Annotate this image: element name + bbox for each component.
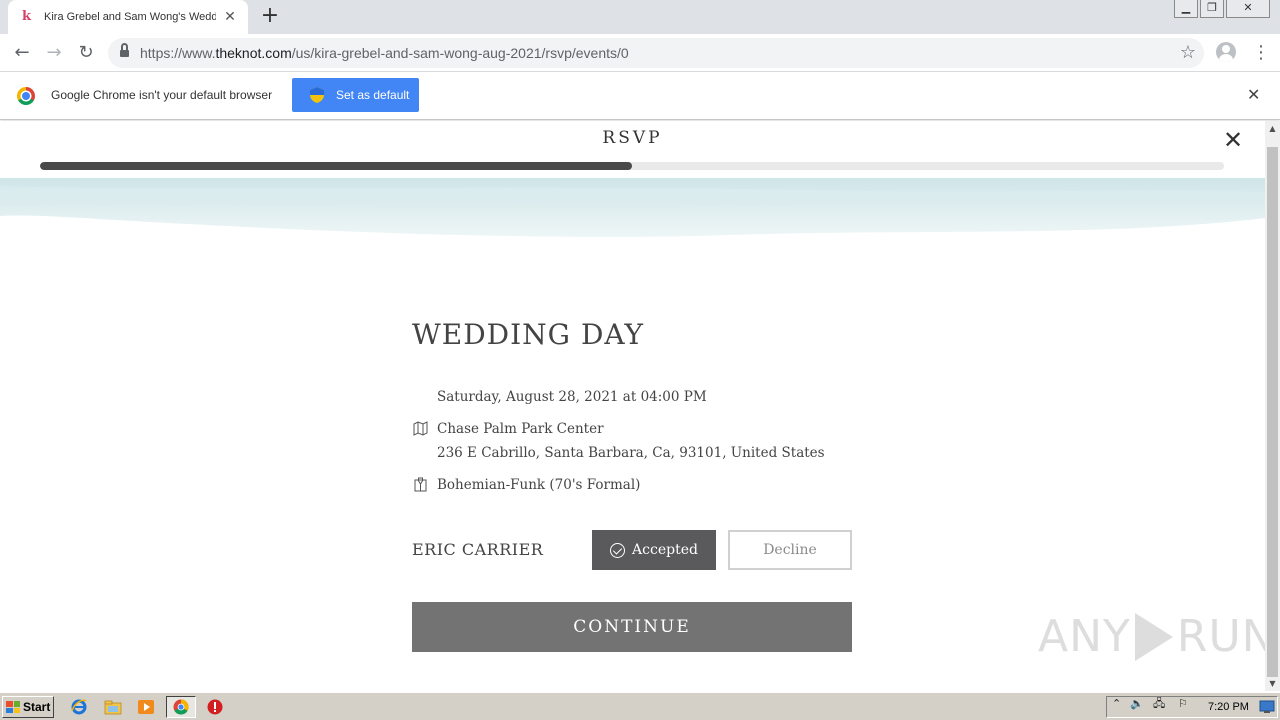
rsvp-progress-bar — [40, 162, 1224, 170]
accepted-label: Accepted — [632, 542, 698, 558]
volume-icon[interactable]: 🔈 — [1130, 697, 1144, 711]
profile-avatar-icon[interactable] — [1216, 42, 1236, 62]
scroll-thumb[interactable] — [1267, 147, 1278, 677]
chrome-taskbar-button[interactable] — [166, 696, 196, 718]
accepted-button[interactable]: Accepted — [592, 530, 716, 570]
browser-toolbar: ← → ↻ https://www.theknot.com/us/kira-gr… — [0, 34, 1280, 72]
url-text[interactable]: https://www.theknot.com/us/kira-grebel-a… — [140, 45, 629, 61]
back-icon[interactable]: ← — [10, 41, 34, 65]
uac-shield-icon — [310, 87, 324, 103]
window-close-button[interactable]: ✕ — [1226, 0, 1270, 18]
scroll-up-arrow-icon[interactable]: ▲ — [1265, 121, 1280, 136]
page-scrollbar[interactable]: ▲ ▼ — [1265, 121, 1280, 691]
event-datetime: Saturday, August 28, 2021 at 04:00 PM — [437, 389, 707, 405]
show-desktop-icon[interactable] — [1259, 700, 1275, 714]
continue-label: CONTINUE — [573, 617, 691, 637]
new-tab-button[interactable]: + — [258, 5, 282, 29]
rsvp-header-title: RSVP — [602, 128, 663, 148]
watercolor-banner — [0, 178, 1265, 237]
media-player-icon[interactable] — [137, 698, 155, 716]
infobar-close-icon[interactable]: ✕ — [1247, 85, 1260, 105]
attire-icon — [414, 477, 427, 492]
browser-tab[interactable]: k Kira Grebel and Sam Wong's Wedding ✕ — [8, 0, 248, 34]
rsvp-close-icon[interactable]: ✕ — [1223, 127, 1243, 153]
rsvp-progress-fill — [40, 162, 632, 170]
chrome-taskbar-icon — [173, 699, 189, 715]
event-attire: Bohemian-Funk (70's Formal) — [437, 477, 641, 493]
infobar-message: Google Chrome isn't your default browser — [51, 88, 273, 102]
bookmark-star-icon[interactable]: ☆ — [1180, 42, 1196, 63]
restore-button[interactable]: ❐ — [1200, 0, 1224, 18]
tab-title: Kira Grebel and Sam Wong's Wedding — [44, 11, 216, 23]
window-controls: ▁ ❐ ✕ — [1172, 0, 1270, 18]
start-button[interactable]: Start — [2, 696, 54, 718]
chrome-menu-icon[interactable]: ⋮ — [1252, 41, 1270, 65]
default-browser-infobar: Google Chrome isn't your default browser… — [0, 72, 1280, 120]
event-address: 236 E Cabrillo, Santa Barbara, Ca, 93101… — [437, 445, 825, 461]
address-bar[interactable]: https://www.theknot.com/us/kira-grebel-a… — [108, 38, 1204, 68]
map-icon — [413, 421, 428, 436]
lock-icon — [120, 43, 129, 58]
forward-icon[interactable]: → — [42, 41, 66, 65]
watermark-play-icon — [1134, 612, 1173, 661]
taskbar-clock[interactable]: 7:20 PM — [1208, 701, 1249, 713]
check-circle-icon — [610, 542, 626, 558]
action-center-flag-icon[interactable]: ⚐ — [1178, 697, 1188, 711]
minimize-button[interactable]: ▁ — [1174, 0, 1198, 18]
decline-label: Decline — [763, 542, 817, 558]
set-as-default-button[interactable]: Set as default — [292, 78, 419, 112]
scroll-down-arrow-icon[interactable]: ▼ — [1265, 676, 1280, 691]
watermark-left-text: ANY — [1038, 611, 1131, 662]
event-title: WEDDING DAY — [412, 318, 644, 351]
event-venue: Chase Palm Park Center — [437, 421, 604, 437]
windows-taskbar: Start ⌃ 🔈 🖧 ⚐ 7:20 PM — [0, 692, 1280, 720]
tab-strip: k Kira Grebel and Sam Wong's Wedding ✕ +… — [0, 0, 1280, 34]
network-icon[interactable]: 🖧 — [1153, 697, 1165, 711]
file-explorer-icon[interactable] — [104, 698, 122, 716]
stop-icon[interactable] — [206, 698, 224, 716]
reload-icon[interactable]: ↻ — [74, 41, 98, 65]
internet-explorer-icon[interactable] — [70, 698, 88, 716]
watermark-right-text: RUN — [1176, 611, 1265, 662]
decline-button[interactable]: Decline — [728, 530, 852, 570]
tab-close-icon[interactable]: ✕ — [222, 9, 238, 25]
rsvp-page: RSVP ✕ WEDDING DAY Saturday, August 28, … — [0, 121, 1265, 691]
windows-logo-icon — [6, 701, 20, 713]
start-label: Start — [23, 700, 51, 714]
theknot-favicon-icon: k — [22, 9, 32, 24]
chrome-logo-icon — [17, 87, 35, 105]
anyrun-watermark: ANY RUN — [1038, 611, 1265, 662]
tray-expand-icon[interactable]: ⌃ — [1112, 697, 1121, 711]
guest-name: ERIC CARRIER — [412, 540, 544, 559]
continue-button[interactable]: CONTINUE — [412, 602, 852, 652]
set-as-default-label: Set as default — [336, 88, 410, 102]
